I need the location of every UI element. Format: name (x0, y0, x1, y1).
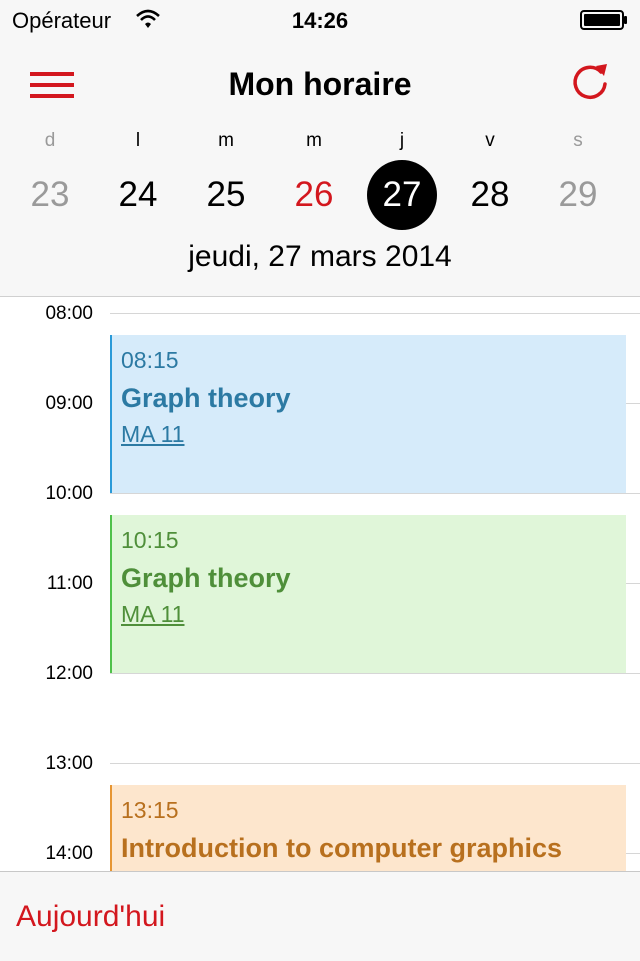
hour-divider (110, 493, 640, 494)
day-tuesday[interactable]: m 25 (182, 124, 270, 234)
hour-divider (110, 763, 640, 764)
event-room-link[interactable]: MA 11 (121, 601, 185, 628)
hour-row: 08:00 (0, 303, 640, 324)
selected-date: jeudi, 27 mars 2014 (188, 240, 452, 273)
bottom-toolbar: Aujourd'hui (0, 871, 640, 961)
day-letter: j (399, 130, 405, 151)
today-button[interactable]: Aujourd'hui (16, 900, 165, 934)
hour-divider (110, 673, 640, 674)
event-title: Graph theory (121, 563, 291, 593)
hour-divider (110, 313, 640, 314)
day-saturday[interactable]: s 29 (534, 124, 622, 234)
refresh-button[interactable] (566, 58, 614, 106)
hour-label: 10:00 (45, 483, 93, 504)
day-number: 26 (294, 175, 334, 214)
day-number: 23 (30, 175, 70, 214)
week-strip: d 23 l 24 m 25 m 26 j 27 v 28 s 29 (0, 124, 640, 234)
event-card[interactable]: 08:15 Graph theory MA 11 (110, 335, 626, 493)
status-time: 14:26 (291, 8, 349, 33)
event-room-link[interactable]: MA 11 (121, 421, 185, 448)
day-number: 27 (382, 175, 422, 214)
hour-row: 12:00 (0, 663, 640, 684)
event-card[interactable]: 13:15 Introduction to computer graphics (110, 785, 626, 871)
day-number: 29 (558, 175, 598, 214)
hour-label: 08:00 (45, 303, 93, 324)
day-letter: m (306, 130, 322, 151)
day-thursday[interactable]: j 27 (358, 124, 446, 234)
event-time: 13:15 (121, 797, 179, 823)
day-number: 25 (206, 175, 246, 214)
day-monday[interactable]: l 24 (94, 124, 182, 234)
hour-label: 11:00 (46, 573, 93, 594)
hour-label: 14:00 (45, 843, 93, 864)
hour-row: 10:00 (0, 483, 640, 504)
header: Mon horaire d 23 l 24 m 25 m 26 j 27 v 2… (0, 40, 640, 297)
day-number: 24 (118, 175, 158, 214)
hour-label: 12:00 (45, 663, 93, 684)
day-friday[interactable]: v 28 (446, 124, 534, 234)
refresh-icon (573, 64, 607, 100)
day-letter: m (218, 130, 234, 151)
day-letter: d (44, 130, 56, 151)
day-letter: l (135, 130, 141, 151)
day-timeline[interactable]: 08:00 09:00 10:00 11:00 12:00 13:00 14:0… (0, 297, 640, 871)
hour-row: 13:00 (0, 753, 640, 774)
event-title: Graph theory (121, 383, 291, 413)
status-bar: Opérateur 14:26 (0, 0, 640, 40)
event-time: 08:15 (121, 347, 179, 373)
day-wednesday[interactable]: m 26 (270, 124, 358, 234)
event-time: 10:15 (121, 527, 179, 553)
day-letter: v (485, 130, 495, 151)
day-letter: s (573, 130, 583, 151)
day-number: 28 (470, 175, 510, 214)
event-card[interactable]: 10:15 Graph theory MA 11 (110, 515, 626, 673)
event-title: Introduction to computer graphics (121, 833, 563, 863)
hour-label: 13:00 (45, 753, 93, 774)
page-title: Mon horaire (228, 66, 412, 102)
day-sunday[interactable]: d 23 (6, 124, 94, 234)
battery-icon (580, 10, 627, 30)
hour-label: 09:00 (45, 393, 93, 414)
